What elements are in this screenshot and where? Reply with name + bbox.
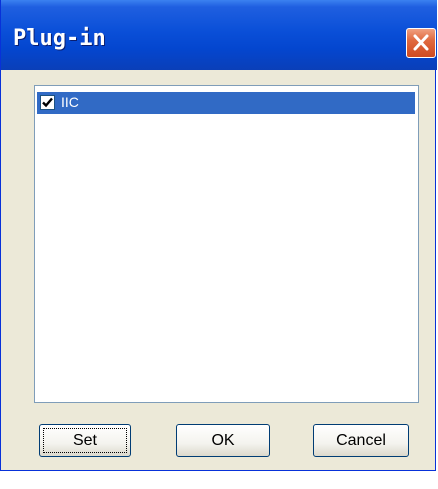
plugin-label: IIC xyxy=(61,94,79,110)
plugin-list[interactable]: IIC xyxy=(34,85,419,403)
window-title: Plug-in xyxy=(13,26,106,51)
checkmark-icon xyxy=(42,97,53,108)
cancel-button-label: Cancel xyxy=(336,432,386,449)
set-button-label: Set xyxy=(72,432,97,449)
list-item-iic[interactable]: IIC xyxy=(37,92,415,114)
ok-button[interactable]: OK xyxy=(176,424,270,457)
title-bar[interactable]: Plug-in xyxy=(1,0,437,70)
cancel-button[interactable]: Cancel xyxy=(313,424,409,457)
set-button[interactable]: Set xyxy=(39,424,131,457)
plugin-checkbox[interactable] xyxy=(40,95,55,110)
plugin-dialog: Plug-in IIC Set OK Cancel xyxy=(0,0,437,471)
close-icon xyxy=(413,34,429,51)
close-button[interactable] xyxy=(406,28,436,58)
ok-button-label: OK xyxy=(211,432,235,449)
